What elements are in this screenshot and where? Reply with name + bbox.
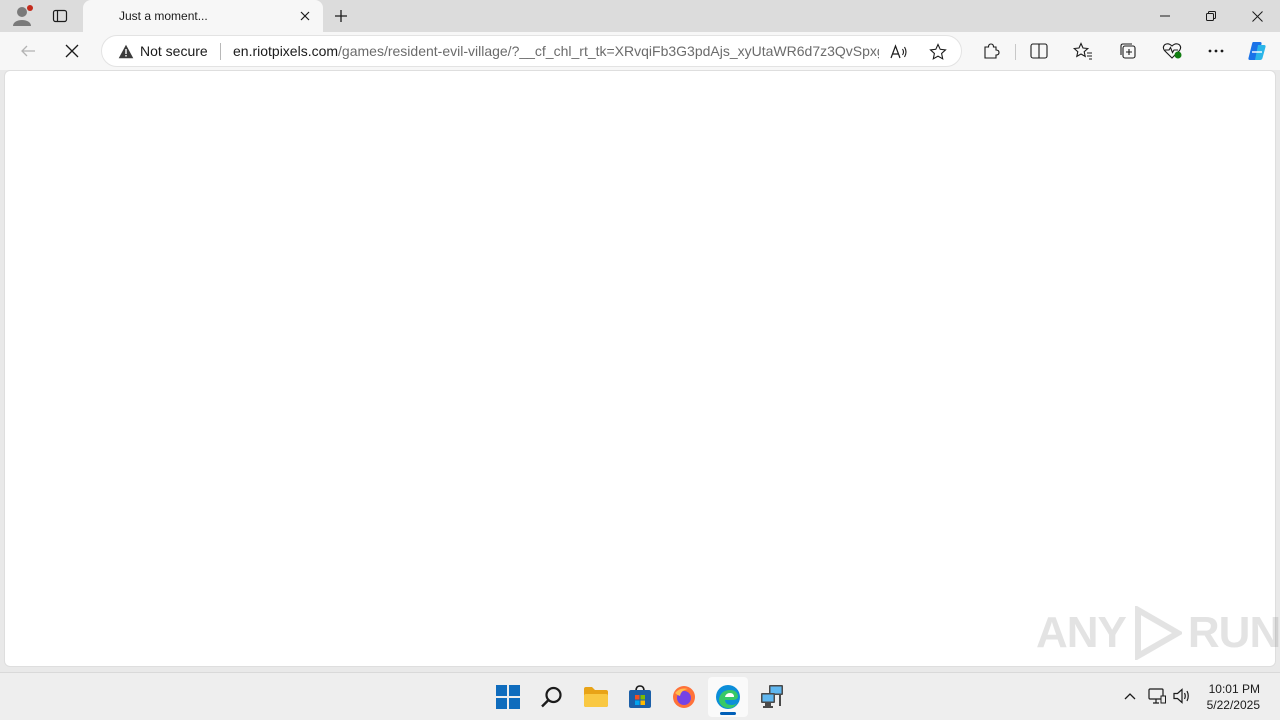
watermark-text-left: ANY <box>1036 608 1127 657</box>
windows-logo-icon <box>496 685 520 709</box>
stop-x-icon <box>65 44 79 58</box>
site-info-button[interactable]: Not secure <box>118 36 208 66</box>
tab-strip: Just a moment... <box>0 0 1280 32</box>
firefox-icon <box>673 686 695 708</box>
show-hidden-icons-button[interactable] <box>1119 685 1141 707</box>
back-button[interactable] <box>12 36 44 66</box>
search-icon <box>541 686 562 708</box>
new-tab-button[interactable] <box>329 4 353 28</box>
edge-button[interactable] <box>708 677 748 717</box>
heart-pulse-icon <box>1162 43 1182 59</box>
system-clock[interactable]: 10:01 PM 5/22/2025 <box>1207 681 1260 713</box>
clock-time: 10:01 PM <box>1208 682 1260 696</box>
collections-icon <box>1120 43 1136 59</box>
warning-triangle-icon <box>118 44 134 58</box>
browser-essentials-button[interactable] <box>1156 36 1188 66</box>
toolbar-separator <box>1015 44 1016 60</box>
page-content-area <box>4 70 1276 667</box>
stop-loading-button[interactable] <box>56 36 88 66</box>
anyrun-watermark: ANY RUN <box>1036 606 1280 660</box>
profile-button[interactable] <box>8 3 36 29</box>
notification-dot <box>27 5 33 11</box>
arrow-left-icon <box>21 45 35 57</box>
more-dots-icon <box>1208 49 1224 53</box>
minimize-icon <box>1160 15 1170 17</box>
plus-icon <box>335 10 347 22</box>
file-explorer-button[interactable] <box>576 677 616 717</box>
network-monitor-icon <box>1148 688 1166 704</box>
read-aloud-icon <box>890 44 907 59</box>
favorites-icon <box>1073 42 1092 60</box>
network-tool-button[interactable] <box>752 677 792 717</box>
settings-more-button[interactable] <box>1200 36 1232 66</box>
active-app-indicator <box>720 712 736 715</box>
url-host: en.riotpixels.com <box>233 43 339 59</box>
speaker-icon <box>1173 688 1189 704</box>
copilot-button[interactable] <box>1241 36 1273 66</box>
play-logo-icon <box>1134 606 1182 660</box>
chevron-up-icon <box>1124 693 1136 700</box>
split-screen-button[interactable] <box>1023 36 1055 66</box>
start-button[interactable] <box>488 677 528 717</box>
browser-tab[interactable]: Just a moment... <box>83 0 323 32</box>
close-window-button[interactable] <box>1234 0 1280 32</box>
folder-icon <box>584 687 608 707</box>
close-icon <box>300 11 310 21</box>
address-separator <box>220 43 221 60</box>
network-status-button[interactable] <box>1146 685 1168 707</box>
search-button[interactable] <box>532 677 572 717</box>
puzzle-icon <box>984 43 1000 59</box>
tab-actions-icon <box>52 9 68 23</box>
star-icon <box>929 43 947 60</box>
taskbar: 10:01 PM 5/22/2025 <box>0 672 1280 720</box>
store-bag-icon <box>629 685 651 708</box>
network-computers-icon <box>761 685 783 708</box>
tab-actions-button[interactable] <box>46 4 74 28</box>
copilot-icon <box>1248 42 1266 60</box>
restore-icon <box>1206 11 1216 21</box>
restore-button[interactable] <box>1188 0 1234 32</box>
security-label: Not secure <box>140 43 208 59</box>
read-aloud-button[interactable] <box>887 40 911 64</box>
edge-icon <box>716 685 740 709</box>
volume-button[interactable] <box>1171 685 1193 707</box>
add-favorite-button[interactable] <box>926 40 950 64</box>
browser-toolbar: Not secure en.riotpixels.com/games/resid… <box>0 32 1280 70</box>
clock-date: 5/22/2025 <box>1206 698 1260 712</box>
minimize-button[interactable] <box>1142 0 1188 32</box>
url-text[interactable]: en.riotpixels.com/games/resident-evil-vi… <box>233 43 879 59</box>
url-path: /games/resident-evil-village/?__cf_chl_r… <box>338 43 879 59</box>
tab-close-button[interactable] <box>295 6 315 26</box>
close-icon <box>1251 10 1263 22</box>
firefox-button[interactable] <box>664 677 704 717</box>
collections-button[interactable] <box>1112 36 1144 66</box>
microsoft-store-button[interactable] <box>620 677 660 717</box>
address-bar[interactable]: Not secure en.riotpixels.com/games/resid… <box>101 35 962 67</box>
tab-title: Just a moment... <box>119 9 208 23</box>
extensions-button[interactable] <box>975 36 1007 66</box>
favorites-button[interactable] <box>1067 36 1099 66</box>
watermark-text-right: RUN <box>1187 608 1280 657</box>
split-screen-icon <box>1030 43 1048 59</box>
